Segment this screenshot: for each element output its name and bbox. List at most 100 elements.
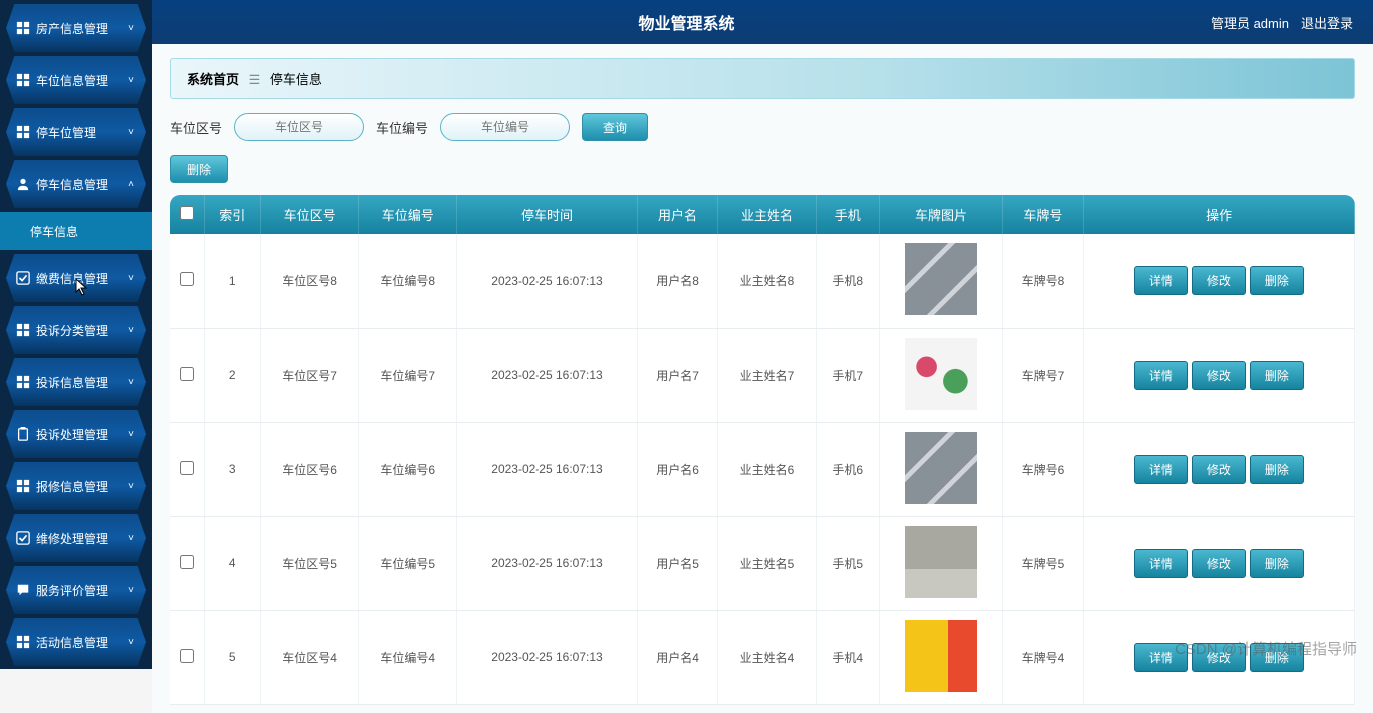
cell-plate: 车牌号8 [1003,234,1084,328]
sidebar-item-8[interactable]: 报修信息管理 ˅ [6,462,146,510]
cell-owner: 业主姓名7 [718,328,816,422]
table-header: 操作 [1083,195,1354,234]
sidebar-item-label: 服务评价管理 [36,582,108,599]
grid-icon [16,125,30,139]
cell-zone: 车位区号7 [261,328,359,422]
edit-button[interactable]: 修改 [1192,266,1246,295]
delete-button[interactable]: 删除 [1250,549,1304,578]
select-all-checkbox[interactable] [180,206,194,220]
cell-image [879,516,1002,610]
sidebar-item-label: 车位信息管理 [36,72,108,89]
cell-code: 车位编号5 [359,516,457,610]
sidebar-item-3[interactable]: 停车信息管理˄ [6,160,146,208]
cell-time: 2023-02-25 16:07:13 [457,422,637,516]
delete-button[interactable]: 删除 [1250,361,1304,390]
cell-index: 2 [204,328,261,422]
cell-time: 2023-02-25 16:07:13 [457,234,637,328]
header: 物业管理系统 管理员 admin 退出登录 [0,0,1373,44]
cell-zone: 车位区号6 [261,422,359,516]
sidebar-item-10[interactable]: 服务评价管理˅ [6,566,146,614]
admin-label[interactable]: 管理员 admin [1211,13,1289,32]
logout-link[interactable]: 退出登录 [1301,13,1353,32]
sidebar-item-11[interactable]: 活动信息管理˅ [6,618,146,666]
cell-user: 用户名6 [637,422,718,516]
table-header: 停车时间 [457,195,637,234]
code-label: 车位编号 [376,118,428,137]
chevron-down-icon: ˅ [128,23,134,34]
check-icon [16,531,30,545]
zone-label: 车位区号 [170,118,222,137]
cell-zone: 车位区号8 [261,234,359,328]
cell-ops: 详情修改删除 [1083,328,1354,422]
sidebar-item-7[interactable]: 投诉处理管理˅ [6,410,146,458]
sidebar-item-9[interactable]: 维修处理管理˅ [6,514,146,562]
delete-button[interactable]: 删除 [1250,266,1304,295]
sidebar-subitem[interactable]: 停车信息 [0,212,152,250]
zone-input[interactable] [234,113,364,141]
row-checkbox[interactable] [180,649,194,663]
grid-icon [16,323,30,337]
cell-owner: 业主姓名5 [718,516,816,610]
cell-user: 用户名7 [637,328,718,422]
sidebar-item-5[interactable]: 投诉分类管理˅ [6,306,146,354]
query-button[interactable]: 查询 [582,113,648,141]
row-checkbox[interactable] [180,367,194,381]
row-checkbox[interactable] [180,461,194,475]
sidebar-item-2[interactable]: 停车位管理˅ [6,108,146,156]
detail-button[interactable]: 详情 [1134,455,1188,484]
row-checkbox[interactable] [180,272,194,286]
plate-image [905,338,977,410]
cell-index: 5 [204,610,261,704]
chevron-down-icon: ˅ [128,377,134,388]
chevron-down-icon: ˅ [128,325,134,336]
cell-owner: 业主姓名4 [718,610,816,704]
cell-code: 车位编号7 [359,328,457,422]
cell-index: 4 [204,516,261,610]
breadcrumb-home[interactable]: 系统首页 [187,72,239,87]
grid-icon [16,21,30,35]
table-row: 4车位区号5车位编号52023-02-25 16:07:13用户名5业主姓名5手… [170,516,1355,610]
user-icon [16,177,30,191]
edit-button[interactable]: 修改 [1192,643,1246,672]
detail-button[interactable]: 详情 [1134,549,1188,578]
detail-button[interactable]: 详情 [1134,266,1188,295]
cell-phone: 手机5 [816,516,879,610]
chevron-down-icon: ˅ [128,481,134,492]
cell-owner: 业主姓名6 [718,422,816,516]
detail-button[interactable]: 详情 [1134,643,1188,672]
sidebar-item-6[interactable]: 投诉信息管理˅ [6,358,146,406]
chevron-down-icon: ˅ [128,273,134,284]
cell-image [879,234,1002,328]
code-input[interactable] [440,113,570,141]
bulk-delete-button[interactable]: 删除 [170,155,228,183]
chevron-down-icon: ˅ [128,429,134,440]
cell-user: 用户名5 [637,516,718,610]
edit-button[interactable]: 修改 [1192,455,1246,484]
chevron-down-icon: ˅ [128,533,134,544]
edit-button[interactable]: 修改 [1192,549,1246,578]
sidebar-item-label: 报修信息管理 [36,478,108,495]
cell-phone: 手机8 [816,234,879,328]
sidebar-item-label: 房产信息管理 [36,20,108,37]
grid-icon [16,73,30,87]
sidebar-item-4[interactable]: 缴费信息管理˅ [6,254,146,302]
grid-icon [16,635,30,649]
table-row: 2车位区号7车位编号72023-02-25 16:07:13用户名7业主姓名7手… [170,328,1355,422]
chevron-down-icon: ˅ [128,127,134,138]
sidebar-item-0[interactable]: 房产信息管理 ˅ [6,4,146,52]
row-checkbox[interactable] [180,555,194,569]
cell-image [879,422,1002,516]
edit-button[interactable]: 修改 [1192,361,1246,390]
cell-image [879,610,1002,704]
search-bar: 车位区号 车位编号 查询 [170,113,1355,141]
sidebar-item-1[interactable]: 车位信息管理 ˅ [6,56,146,104]
chevron-down-icon: ˅ [128,75,134,86]
sidebar-item-label: 停车信息管理 [36,176,108,193]
sidebar-item-label: 活动信息管理 [36,634,108,651]
detail-button[interactable]: 详情 [1134,361,1188,390]
cell-phone: 手机7 [816,328,879,422]
main-content: 系统首页 ☰ 停车信息 车位区号 车位编号 查询 删除 索引车位区号车位编号停车… [152,44,1373,713]
cell-plate: 车牌号6 [1003,422,1084,516]
delete-button[interactable]: 删除 [1250,455,1304,484]
delete-button[interactable]: 删除 [1250,643,1304,672]
